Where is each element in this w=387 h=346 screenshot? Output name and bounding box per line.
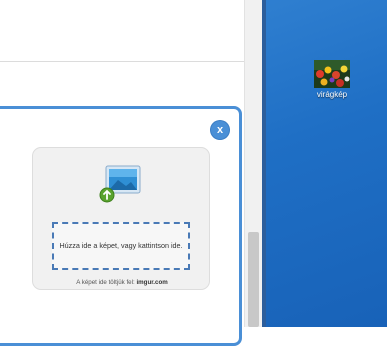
scrollbar-thumb[interactable]: [248, 232, 259, 327]
scrollbar[interactable]: [244, 0, 262, 327]
destination-site: imgur.com: [136, 279, 168, 286]
destination-prefix: A képet ide töltjük fel:: [76, 279, 137, 286]
upload-card: Húzza ide a képet, vagy kattintson ide. …: [32, 147, 210, 290]
image-upload-icon: [96, 164, 146, 204]
desktop-file-label: virágkép: [316, 90, 348, 99]
desktop-edge: [262, 0, 266, 327]
drop-zone-text: Húzza ide a képet, vagy kattintson ide.: [59, 241, 183, 250]
close-button[interactable]: x: [211, 121, 229, 139]
flower-image-thumbnail-icon: [314, 60, 350, 88]
upload-destination-note: A képet ide töltjük fel: imgur.com: [33, 279, 211, 286]
drop-zone[interactable]: Húzza ide a képet, vagy kattintson ide.: [52, 222, 190, 270]
desktop-background: [262, 0, 387, 327]
divider: [0, 61, 262, 62]
desktop-file-icon[interactable]: virágkép: [305, 56, 359, 108]
